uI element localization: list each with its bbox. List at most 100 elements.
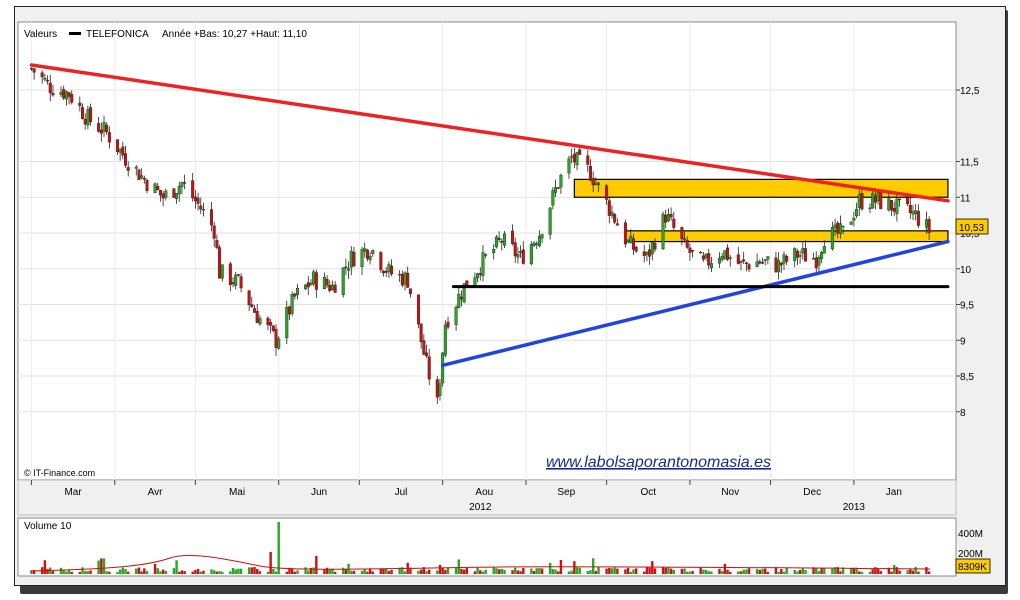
- candle-down: [51, 93, 55, 96]
- volume-bar: [927, 571, 931, 574]
- candle-down: [70, 94, 74, 103]
- candle-up: [887, 198, 891, 211]
- volume-bar: [589, 570, 592, 574]
- volume-bar: [97, 560, 100, 574]
- candle-up: [398, 273, 402, 276]
- candle-down: [161, 193, 165, 199]
- candle-down: [736, 254, 740, 264]
- candle-down: [231, 282, 235, 285]
- candle-up: [86, 109, 90, 126]
- candle-down: [556, 187, 560, 189]
- candle-up: [102, 122, 106, 132]
- volume-bar: [723, 563, 727, 574]
- candle-down: [605, 185, 609, 200]
- candle-down: [253, 308, 257, 313]
- volume-bar: [817, 571, 821, 574]
- candle-up: [739, 260, 743, 263]
- volume-bar: [594, 571, 598, 574]
- volume-bar: [683, 568, 686, 574]
- volume-bar: [497, 569, 501, 574]
- volume-bar: [645, 567, 649, 574]
- volume-bar: [691, 570, 694, 574]
- volume-bar: [145, 571, 149, 574]
- candle-down: [513, 242, 517, 257]
- candle-down: [344, 266, 348, 269]
- volume-bar: [643, 571, 646, 574]
- volume-bar: [925, 567, 928, 574]
- volume-bar: [43, 560, 47, 574]
- volume-bar: [156, 568, 159, 574]
- candle-down: [497, 237, 501, 240]
- candle-up: [519, 251, 523, 254]
- volume-bar: [296, 570, 299, 574]
- candle-down: [744, 262, 748, 264]
- watermark-link[interactable]: www.labolsaporantonomasia.es: [546, 454, 771, 471]
- volume-bar: [573, 561, 576, 574]
- volume-bar: [446, 567, 450, 574]
- volume-bar: [234, 569, 237, 574]
- volume-bar: [239, 568, 243, 574]
- volume-bar: [804, 569, 807, 574]
- volume-bar: [137, 567, 141, 574]
- candle-up: [755, 261, 759, 268]
- candle-down: [46, 79, 50, 82]
- volume-bar: [532, 571, 536, 574]
- candle-down: [578, 149, 582, 155]
- volume-bar: [651, 561, 654, 574]
- volume-bar: [605, 568, 608, 574]
- candle-down: [419, 323, 423, 343]
- candle-down: [379, 252, 383, 271]
- candle-up: [481, 252, 485, 276]
- candle-down: [196, 197, 200, 204]
- candle-up: [529, 244, 533, 265]
- candle-up: [610, 211, 614, 216]
- candle-up: [492, 249, 496, 254]
- candle-up: [812, 258, 816, 260]
- candle-down: [459, 296, 463, 300]
- volume-bar: [210, 569, 213, 574]
- volume-axis-label-2: 200M: [958, 549, 983, 560]
- candle-down: [191, 180, 195, 199]
- x-month-label: Jun: [311, 487, 327, 498]
- volume-bar: [634, 568, 638, 574]
- candle-down: [742, 259, 746, 262]
- candle-down: [435, 379, 439, 398]
- volume-bar: [116, 571, 119, 574]
- current-price-label: 10,53: [959, 223, 984, 234]
- candle-down: [607, 200, 611, 216]
- volume-bar: [890, 571, 893, 574]
- volume-bar: [879, 571, 882, 574]
- candle-up: [830, 227, 834, 250]
- volume-bar: [831, 568, 834, 574]
- volume-bar: [344, 568, 348, 574]
- candle-up: [728, 257, 732, 259]
- volume-bar: [328, 569, 331, 574]
- x-month-label: Nov: [721, 487, 739, 498]
- volume-bar: [315, 556, 318, 574]
- volume-bar: [256, 569, 259, 574]
- candle-up: [296, 288, 300, 296]
- candle-down: [199, 205, 203, 210]
- volume-bar: [801, 568, 805, 574]
- resistance-zone: [624, 230, 949, 243]
- volume-bar: [277, 522, 280, 574]
- volume-bar: [610, 568, 614, 574]
- candle-up: [532, 242, 536, 246]
- volume-bar: [135, 568, 138, 574]
- volume-bar: [425, 571, 428, 574]
- volume-bar: [126, 571, 130, 574]
- volume-bar: [350, 570, 353, 574]
- candle-up: [838, 223, 842, 234]
- candle-down: [239, 276, 243, 289]
- volume-bar: [680, 568, 684, 574]
- volume-bar: [266, 571, 270, 574]
- candle-down: [898, 198, 902, 201]
- candle-up: [720, 255, 724, 260]
- volume-bar: [672, 569, 675, 574]
- volume-bar: [495, 568, 498, 574]
- candle-down: [126, 167, 130, 171]
- volume-bar: [522, 567, 525, 574]
- candle-up: [777, 260, 781, 273]
- candle-up: [857, 194, 861, 209]
- volume-bar: [403, 571, 407, 574]
